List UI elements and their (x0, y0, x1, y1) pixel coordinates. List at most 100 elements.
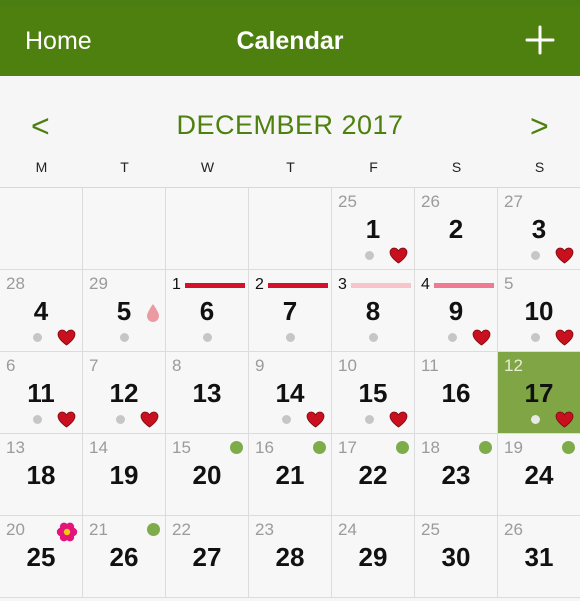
date-number: 22 (358, 460, 388, 490)
calendar-day[interactable]: 22 27 (166, 516, 249, 598)
calendar-day[interactable] (83, 188, 166, 270)
date-number: 8 (365, 296, 381, 326)
nav-bar: Home Calendar (0, 0, 580, 76)
period-day-label: 3 (338, 276, 347, 293)
calendar-day[interactable]: 29 5 (83, 270, 166, 352)
date-number: 9 (448, 296, 464, 326)
calendar-day[interactable]: 72 (249, 270, 332, 352)
calendar-grid: 25 1 26 2 27 3 28 4 29 5 6 1 7 2 8 3 9 4 5 10 6 11 7 12 8 13 9 14 10… (0, 187, 580, 601)
heart-icon (555, 329, 574, 346)
page-title: Calendar (236, 27, 344, 55)
weekday-header: M T W T F S S (0, 159, 580, 179)
calendar-day[interactable]: 20 25 (0, 516, 83, 598)
cycle-day-number: 13 (6, 438, 25, 457)
note-dot (203, 333, 212, 342)
calendar-day[interactable]: 14 19 (83, 434, 166, 516)
calendar-day[interactable]: 18 23 (415, 434, 498, 516)
calendar-day[interactable]: 6 11 (0, 352, 83, 434)
calendar-day[interactable]: 23 28 (249, 516, 332, 598)
calendar-day[interactable]: 24 29 (332, 516, 415, 598)
weekday-label: T (120, 159, 129, 175)
calendar-day[interactable]: 17 22 (332, 434, 415, 516)
calendar-day[interactable]: 19 24 (498, 434, 580, 516)
heart-icon (306, 411, 325, 428)
cycle-day-number: 26 (421, 192, 440, 211)
calendar-day[interactable] (249, 188, 332, 270)
event-dot-icon (396, 441, 409, 454)
date-number: 31 (524, 542, 554, 572)
calendar-day[interactable]: 13 18 (0, 434, 83, 516)
calendar-day[interactable] (0, 188, 83, 270)
month-title: DECEMBER 2017 (176, 110, 404, 140)
calendar-day[interactable] (166, 188, 249, 270)
note-dot (33, 333, 42, 342)
calendar-day-today[interactable]: 12 17 (498, 352, 580, 434)
period-bar (268, 283, 328, 288)
cycle-day-number: 8 (172, 356, 182, 375)
cycle-day-number: 5 (504, 274, 514, 293)
calendar-day[interactable]: 8 13 (166, 352, 249, 434)
date-number: 19 (109, 460, 139, 490)
cycle-day-number: 24 (338, 520, 357, 539)
note-dot (365, 415, 374, 424)
heart-icon (555, 247, 574, 264)
weekday-label: M (35, 159, 48, 175)
cycle-day-number: 27 (504, 192, 523, 211)
date-number: 6 (199, 296, 215, 326)
date-number: 25 (26, 542, 56, 572)
calendar-day[interactable]: 94 (415, 270, 498, 352)
heart-icon (555, 411, 574, 428)
calendar-day[interactable]: 25 30 (415, 516, 498, 598)
calendar-day[interactable]: 25 1 (332, 188, 415, 270)
cycle-day-number: 6 (6, 356, 16, 375)
date-number: 27 (192, 542, 222, 572)
event-dot-icon (479, 441, 492, 454)
calendar-day[interactable]: 16 21 (249, 434, 332, 516)
cycle-day-number: 25 (338, 192, 357, 211)
plus-icon[interactable] (524, 24, 556, 56)
date-number: 12 (109, 378, 139, 408)
calendar-day[interactable]: 9 14 (249, 352, 332, 434)
note-dot (531, 251, 540, 260)
date-number: 20 (192, 460, 222, 490)
cycle-day-number: 16 (255, 438, 274, 457)
calendar-day[interactable]: 5 10 (498, 270, 580, 352)
calendar-day[interactable]: 26 31 (498, 516, 580, 598)
weekday-label: S (451, 159, 462, 175)
calendar-day[interactable]: 26 2 (415, 188, 498, 270)
calendar-day[interactable]: 27 3 (498, 188, 580, 270)
heart-icon (472, 329, 491, 346)
status-bar (0, 0, 580, 6)
note-dot (365, 251, 374, 260)
date-number: 21 (275, 460, 305, 490)
date-number: 18 (26, 460, 56, 490)
cycle-day-number: 28 (6, 274, 25, 293)
calendar-day[interactable]: 10 15 (332, 352, 415, 434)
calendar-day[interactable]: 61 (166, 270, 249, 352)
date-number: 4 (33, 296, 49, 326)
date-number: 14 (275, 378, 305, 408)
spotting-drop-icon (147, 304, 159, 322)
cycle-day-number: 12 (504, 356, 523, 375)
calendar-day[interactable]: 83 (332, 270, 415, 352)
cycle-day-number: 7 (89, 356, 99, 375)
weekday-label: T (286, 159, 295, 175)
cycle-day-number: 19 (504, 438, 523, 457)
cycle-day-number: 11 (421, 356, 439, 375)
heart-icon (140, 411, 159, 428)
calendar-day[interactable]: 11 16 (415, 352, 498, 434)
event-dot-icon (313, 441, 326, 454)
date-number: 15 (358, 378, 388, 408)
cycle-day-number: 20 (6, 520, 25, 539)
calendar-day[interactable]: 28 4 (0, 270, 83, 352)
calendar-day[interactable]: 21 26 (83, 516, 166, 598)
cycle-day-number: 14 (89, 438, 108, 457)
calendar-day[interactable]: 7 12 (83, 352, 166, 434)
note-dot (33, 415, 42, 424)
date-number: 28 (275, 542, 305, 572)
calendar-day[interactable]: 15 20 (166, 434, 249, 516)
next-month-button[interactable]: > (530, 110, 549, 142)
date-number: 23 (441, 460, 471, 490)
date-number: 30 (441, 542, 471, 572)
heart-icon (389, 411, 408, 428)
